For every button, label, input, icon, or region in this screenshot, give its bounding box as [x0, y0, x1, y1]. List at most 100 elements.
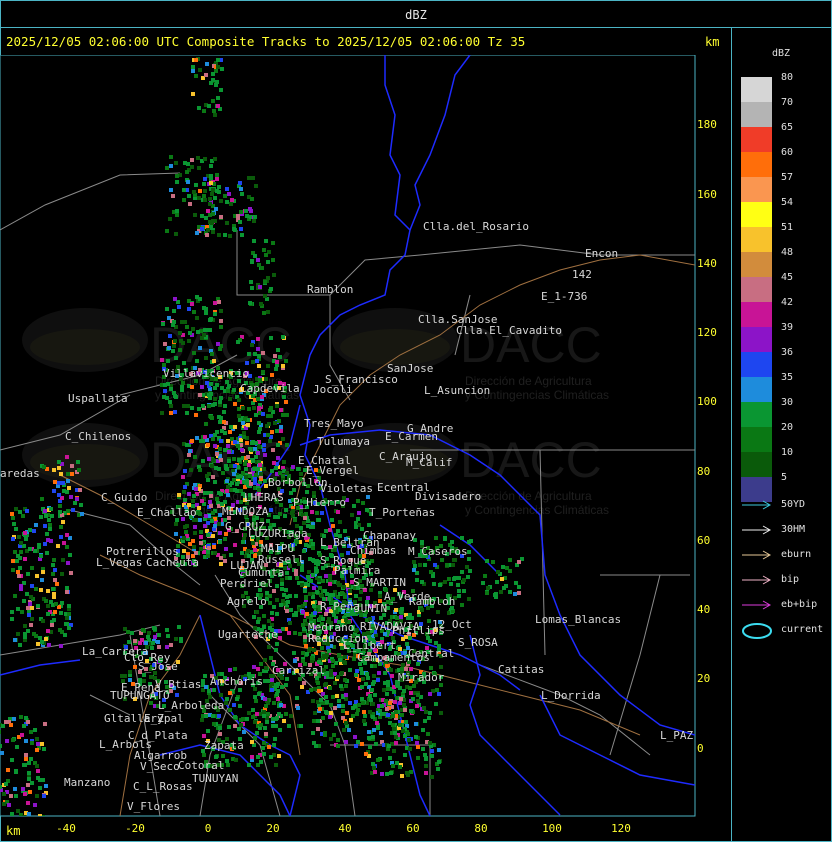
echo-cell	[220, 67, 224, 71]
echo-cell	[311, 558, 315, 562]
echo-cell	[415, 578, 419, 582]
echo-cell	[246, 423, 250, 427]
echo-cell	[250, 740, 254, 744]
echo-cell	[209, 164, 213, 168]
echo-cell	[182, 361, 186, 365]
echo-cell	[203, 177, 207, 181]
place-label: LUZURIaga	[248, 527, 308, 540]
echo-cell	[5, 739, 9, 743]
echo-cell	[45, 532, 49, 536]
echo-cell	[391, 723, 395, 727]
echo-cell	[173, 339, 177, 343]
echo-cell	[275, 429, 279, 433]
echo-cell	[374, 742, 378, 746]
echo-cell	[153, 635, 157, 639]
echo-cell	[353, 735, 357, 739]
echo-cell	[245, 361, 249, 365]
echo-cell	[251, 459, 255, 463]
echo-cell	[241, 540, 245, 544]
echo-cell	[208, 202, 212, 206]
echo-cell	[303, 516, 307, 520]
echo-cell	[348, 668, 352, 672]
echo-cell	[192, 310, 196, 314]
echo-cell	[281, 599, 285, 603]
legend-value: 30	[781, 397, 794, 408]
echo-cell	[295, 696, 299, 700]
echo-cell	[187, 492, 191, 496]
echo-cell	[218, 347, 222, 351]
echo-cell	[217, 522, 221, 526]
echo-cell	[200, 499, 204, 503]
echo-cell	[276, 456, 280, 460]
echo-cell	[311, 542, 315, 546]
echo-cell	[169, 387, 173, 391]
place-label: JUNIN	[354, 602, 388, 615]
echo-cell	[309, 688, 313, 692]
echo-cell	[243, 462, 247, 466]
echo-cell	[223, 431, 227, 435]
echo-cell	[254, 441, 258, 445]
echo-cell	[199, 541, 203, 545]
echo-cell	[340, 671, 344, 675]
echo-cell	[65, 545, 69, 549]
echo-cell	[26, 606, 30, 610]
echo-cell	[247, 463, 251, 467]
echo-cell	[246, 455, 250, 459]
echo-cell	[360, 697, 364, 701]
echo-cell	[57, 493, 61, 497]
echo-cell	[23, 792, 27, 796]
echo-cell	[200, 385, 204, 389]
echo-cell	[182, 536, 186, 540]
echo-cell	[238, 181, 242, 185]
echo-cell	[344, 740, 348, 744]
echo-cell	[244, 209, 248, 213]
echo-cell	[378, 594, 382, 598]
echo-cell	[57, 460, 61, 464]
echo-cell	[294, 569, 298, 573]
echo-cell	[182, 490, 186, 494]
echo-cell	[402, 703, 406, 707]
echo-cell	[13, 787, 17, 791]
echo-cell	[228, 234, 232, 238]
echo-cell	[266, 679, 270, 683]
echo-cell	[171, 349, 175, 353]
echo-cell	[362, 719, 366, 723]
echo-cell	[248, 301, 252, 305]
echo-cell	[233, 440, 237, 444]
echo-cell	[340, 591, 344, 595]
echo-cell	[293, 631, 297, 635]
echo-cell	[254, 455, 258, 459]
echo-cell	[12, 717, 16, 721]
echo-cell	[377, 671, 381, 675]
echo-cell	[342, 585, 346, 589]
place-label: Agrelo	[227, 595, 267, 608]
echo-cell	[272, 461, 276, 465]
echo-cell	[225, 759, 229, 763]
echo-cell	[28, 790, 32, 794]
echo-cell	[394, 608, 398, 612]
echo-cell	[168, 400, 172, 404]
echo-cell	[23, 531, 27, 535]
legend-value: 5	[781, 472, 788, 483]
echo-cell	[424, 710, 428, 714]
echo-cell	[279, 408, 283, 412]
echo-cell	[508, 558, 512, 562]
echo-cell	[229, 425, 233, 429]
place-label: V_Seco	[140, 760, 180, 773]
echo-cell	[430, 775, 434, 779]
echo-cell	[21, 787, 25, 791]
echo-cell	[245, 214, 249, 218]
echo-cell	[225, 479, 229, 483]
echo-cell	[270, 682, 274, 686]
echo-cell	[253, 447, 257, 451]
place-label: Divisadero	[415, 490, 482, 503]
legend-track-label: eburn	[781, 549, 812, 560]
place-label: Catitas	[498, 663, 545, 676]
echo-cell	[388, 701, 392, 705]
echo-cell	[219, 325, 223, 329]
echo-cell	[204, 356, 208, 360]
echo-cell	[254, 473, 258, 477]
echo-cell	[294, 613, 298, 617]
echo-cell	[292, 651, 296, 655]
echo-cell	[354, 673, 358, 677]
